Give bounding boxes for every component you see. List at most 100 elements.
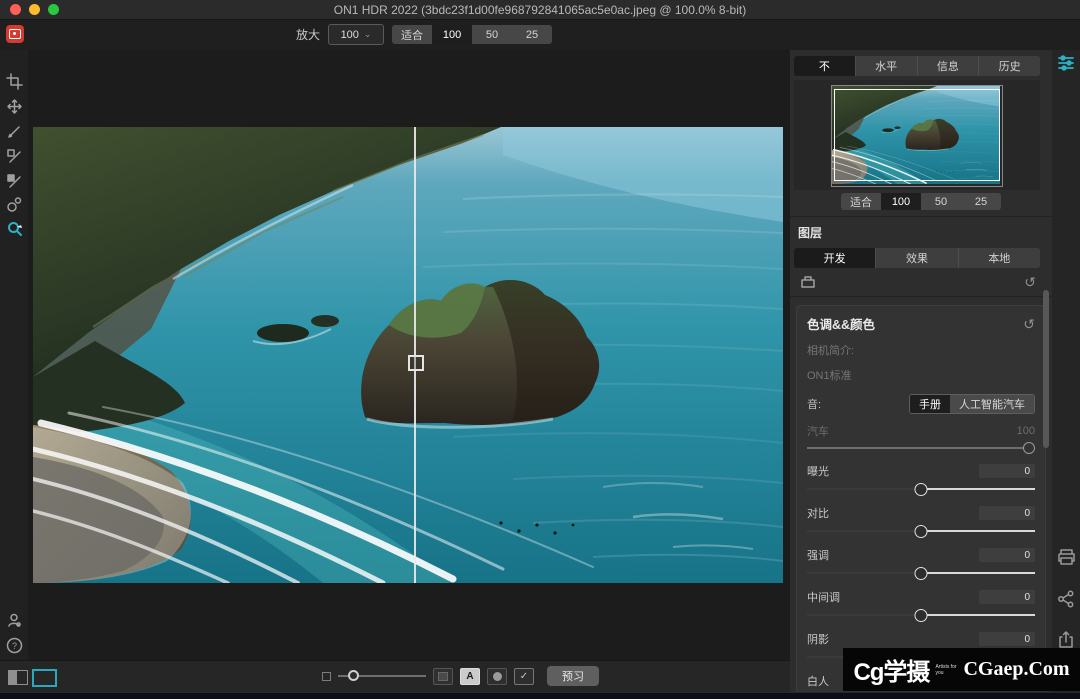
tab-levels[interactable]: 水平: [855, 56, 917, 76]
export-preset-icon[interactable]: [800, 274, 816, 290]
bottom-bar: A ✓ 预习: [0, 660, 790, 693]
nav-zoom-50[interactable]: 50: [921, 193, 961, 210]
zoom-preset-group: 适合 100 50 25: [392, 25, 552, 44]
split-handle[interactable]: [408, 355, 424, 371]
check-view-icon[interactable]: ✓: [514, 668, 534, 685]
help-icon[interactable]: ?: [6, 637, 23, 654]
tab-develop[interactable]: 开发: [794, 248, 875, 268]
on1-hdr-window: ON1 HDR 2022 (3bdc23f1d00fe968792841065a…: [0, 0, 1080, 699]
mask-view-icon[interactable]: [487, 668, 507, 685]
preview-button[interactable]: 预习: [547, 666, 599, 686]
slider-value[interactable]: 0: [979, 548, 1035, 562]
user-icon[interactable]: [6, 612, 23, 629]
masking-bug-icon[interactable]: [6, 173, 23, 190]
letter-a-icon[interactable]: A: [460, 668, 480, 685]
zoom-label: 放大: [296, 26, 320, 43]
chevron-down-icon: ⌄: [364, 30, 372, 39]
help-glyph: ?: [6, 637, 23, 654]
reset-develop-icon[interactable]: ↺: [1024, 275, 1036, 289]
titlebar: ON1 HDR 2022 (3bdc23f1d00fe968792841065a…: [0, 0, 1080, 20]
zoom-preset-25[interactable]: 25: [512, 25, 552, 44]
tone-color-section: 色调&&颜色 ↺ 相机简介: ON1标准 音: 手册 人工智能汽车 汽车 100: [796, 305, 1046, 692]
watermark-logo: Cg学摄: [853, 652, 929, 687]
minimize-window-button[interactable]: [29, 4, 40, 15]
auto-slider-thumb[interactable]: [1023, 442, 1035, 454]
zoom-preset-100[interactable]: 100: [432, 25, 472, 44]
masking-brush-icon[interactable]: [6, 148, 23, 165]
auto-slider-label: 汽车: [807, 423, 829, 439]
slider-row-highlights: 强调 0: [807, 547, 1035, 580]
preview-zoom-thumb[interactable]: [348, 670, 359, 681]
slider-value[interactable]: 0: [979, 590, 1035, 604]
watermark-site: CGaep.Com: [963, 658, 1069, 681]
highlights-slider[interactable]: [807, 567, 1035, 580]
top-toolbar: 放大 100 ⌄ 适合 100 50 25: [0, 20, 1080, 50]
close-window-button[interactable]: [10, 4, 21, 15]
slider-thumb[interactable]: [915, 483, 928, 496]
share-icon[interactable]: [1057, 590, 1075, 608]
tab-info[interactable]: 信息: [917, 56, 979, 76]
tab-effects[interactable]: 效果: [875, 248, 957, 268]
nav-zoom-fit[interactable]: 适合: [841, 193, 881, 210]
slider-label: 对比: [807, 505, 829, 521]
camera-profile-label: 相机简介:: [807, 342, 1035, 358]
right-panel: 不 水平 信息 历史 适合 100 50 25 图层 开发 效果 本地: [790, 50, 1052, 692]
thumbnail-size-icon: [322, 672, 331, 681]
refine-mask-icon[interactable]: [6, 196, 23, 213]
tone-mode-label: 音:: [807, 396, 821, 412]
maximize-window-button[interactable]: [48, 4, 59, 15]
reset-tone-icon[interactable]: ↺: [1023, 317, 1035, 331]
window-title: ON1 HDR 2022 (3bdc23f1d00fe968792841065a…: [0, 3, 1080, 17]
watermark-tagline: Artists for you: [935, 664, 957, 676]
slider-thumb[interactable]: [915, 525, 928, 538]
move-tool-icon[interactable]: [6, 98, 23, 115]
bottom-edge-strip: [0, 692, 1080, 699]
slider-label: 中间调: [807, 589, 840, 605]
midtones-slider[interactable]: [807, 609, 1035, 622]
exposure-slider[interactable]: [807, 483, 1035, 496]
navigator-thumbnail[interactable]: [831, 85, 1003, 187]
slider-value[interactable]: 0: [979, 464, 1035, 478]
single-view-icon[interactable]: [32, 669, 57, 687]
mode-tabs: 开发 效果 本地: [794, 248, 1040, 268]
watermark: Cg学摄 Artists for you CGaep.Com: [843, 648, 1080, 691]
slider-value[interactable]: 0: [979, 506, 1035, 520]
crop-tool-icon[interactable]: [6, 73, 23, 90]
zoom-preset-fit[interactable]: 适合: [392, 25, 432, 44]
zoom-value-dropdown[interactable]: 100 ⌄: [328, 24, 384, 45]
slider-row-midtones: 中间调 0: [807, 589, 1035, 622]
nav-zoom-100[interactable]: 100: [881, 193, 921, 210]
slider-thumb[interactable]: [915, 609, 928, 622]
tab-browse[interactable]: 不: [794, 56, 855, 76]
contrast-slider[interactable]: [807, 525, 1035, 538]
preview-zoom-slider[interactable]: [338, 669, 426, 683]
zoom-tool-icon[interactable]: [6, 220, 23, 237]
tool-sidebar: ?: [0, 50, 28, 660]
printer-icon[interactable]: [1057, 548, 1076, 566]
nav-zoom-25[interactable]: 25: [961, 193, 1001, 210]
navigator-zoom-group: 适合 100 50 25: [841, 193, 1001, 210]
split-view-icon[interactable]: [8, 670, 28, 685]
on1-app-icon[interactable]: [6, 25, 24, 43]
panel-scrollbar[interactable]: [1043, 290, 1049, 448]
manual-button[interactable]: 手册: [910, 395, 950, 413]
adjust-sliders-icon[interactable]: [1057, 54, 1075, 72]
auto-slider[interactable]: [807, 442, 1035, 454]
photo-canvas[interactable]: [28, 50, 790, 660]
slider-thumb[interactable]: [915, 567, 928, 580]
camera-profile-value[interactable]: ON1标准: [807, 367, 1035, 383]
zoom-value: 100: [341, 29, 359, 41]
export-icon[interactable]: [1057, 630, 1075, 649]
tab-history[interactable]: 历史: [978, 56, 1040, 76]
navigator-view-frame[interactable]: [834, 89, 1000, 181]
slider-label: 阴影: [807, 631, 829, 647]
ai-auto-button[interactable]: 人工智能汽车: [950, 395, 1034, 413]
zoom-preset-50[interactable]: 50: [472, 25, 512, 44]
slider-row-exposure: 曝光 0: [807, 463, 1035, 496]
tab-local[interactable]: 本地: [958, 248, 1040, 268]
slider-label: 白人: [807, 673, 829, 689]
adjustment-brush-icon[interactable]: [6, 123, 23, 140]
tone-color-title: 色调&&颜色: [807, 314, 875, 333]
slider-value[interactable]: 0: [979, 632, 1035, 646]
blank-view-icon[interactable]: [433, 668, 453, 685]
